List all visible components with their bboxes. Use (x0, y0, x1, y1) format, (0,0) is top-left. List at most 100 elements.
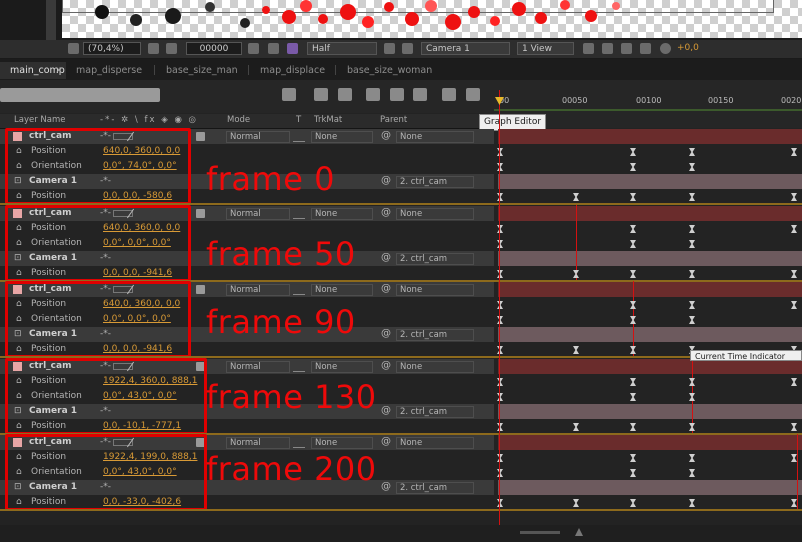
timeline-icon[interactable] (621, 43, 632, 54)
region-of-interest-icon[interactable] (166, 43, 177, 54)
trkmat-header[interactable]: TrkMat (314, 115, 342, 125)
camera-layer-bar[interactable] (498, 404, 802, 419)
keyframe-marker[interactable] (497, 423, 503, 431)
track-matte-dropdown[interactable]: None (311, 284, 373, 296)
track-matte-dropdown[interactable]: None (311, 361, 373, 373)
preserve-transparency-toggle[interactable] (293, 133, 305, 142)
motion-blur-icon[interactable] (413, 88, 427, 101)
keyframe-marker[interactable] (497, 270, 503, 278)
keyframe-marker[interactable] (689, 163, 695, 171)
3d-layer-icon[interactable] (196, 285, 205, 294)
keyframe-marker[interactable] (791, 270, 797, 278)
graph-editor-icon[interactable] (466, 88, 480, 101)
blend-mode-dropdown[interactable]: Normal (226, 208, 290, 220)
keyframe-marker[interactable] (630, 301, 636, 309)
render-icon[interactable] (602, 43, 613, 54)
current-time-indicator-line[interactable] (499, 90, 500, 542)
keyframe-marker[interactable] (497, 499, 503, 507)
pick-whip-icon[interactable]: @ (381, 436, 391, 447)
3d-layer-icon[interactable] (196, 209, 205, 218)
keyframe-marker[interactable] (689, 378, 695, 386)
camera-dropdown[interactable]: Camera 1 (421, 42, 510, 55)
track-matte-dropdown[interactable]: None (311, 208, 373, 220)
preserve-transparency-toggle[interactable] (293, 210, 305, 219)
track-matte-dropdown[interactable]: None (311, 131, 373, 143)
composition-viewer[interactable] (0, 0, 802, 40)
monitor-icon[interactable] (68, 43, 79, 54)
keyframe-marker[interactable] (791, 301, 797, 309)
camera-layer-bar[interactable] (498, 174, 802, 189)
keyframe-marker[interactable] (689, 469, 695, 477)
parent-dropdown[interactable]: None (396, 361, 474, 373)
close-icon[interactable]: × (55, 62, 63, 79)
ctrl-cam-layer-bar[interactable] (498, 129, 802, 144)
pick-whip-icon[interactable]: @ (381, 130, 391, 141)
keyframe-marker[interactable] (630, 163, 636, 171)
track-matte-dropdown[interactable]: None (311, 437, 373, 449)
blend-mode-dropdown[interactable]: Normal (226, 361, 290, 373)
pick-whip-icon[interactable]: @ (381, 207, 391, 218)
pick-whip-icon[interactable]: @ (381, 283, 391, 294)
3d-layer-icon[interactable] (196, 132, 205, 141)
blend-mode-dropdown[interactable]: Normal (226, 131, 290, 143)
show-snapshot-icon[interactable] (268, 43, 279, 54)
parent-dropdown[interactable]: 2. ctrl_cam (396, 482, 474, 494)
camera-layer-bar[interactable] (498, 251, 802, 266)
parent-dropdown[interactable]: None (396, 131, 474, 143)
live-update-icon[interactable] (314, 88, 328, 101)
reset-exposure-icon[interactable] (660, 43, 671, 54)
transparency-grid-icon[interactable] (402, 43, 413, 54)
parent-dropdown[interactable]: 2. ctrl_cam (396, 253, 474, 265)
magnification-dropdown[interactable]: (70,4%) (83, 42, 141, 55)
keyframe-marker[interactable] (689, 240, 695, 248)
keyframe-marker[interactable] (497, 316, 503, 324)
parent-dropdown[interactable]: None (396, 284, 474, 296)
ctrl-cam-layer-bar[interactable] (498, 435, 802, 450)
keyframe-marker[interactable] (497, 240, 503, 248)
tab-base-size-woman[interactable]: base_size_woman (337, 62, 437, 79)
pick-whip-icon[interactable]: @ (381, 481, 391, 492)
keyframe-marker[interactable] (497, 163, 503, 171)
tab-map-disperse[interactable]: map_disperse (66, 62, 154, 79)
ctrl-cam-layer-bar[interactable] (498, 206, 802, 221)
mode-header[interactable]: Mode (227, 115, 250, 125)
keyframe-marker[interactable] (630, 316, 636, 324)
keyframe-marker[interactable] (689, 193, 695, 201)
layer-search-input[interactable] (0, 88, 160, 102)
keyframe-marker[interactable] (791, 423, 797, 431)
keyframe-marker[interactable] (689, 148, 695, 156)
toggle-pixel-aspect-icon[interactable] (583, 43, 594, 54)
pick-whip-icon[interactable]: @ (381, 328, 391, 339)
preserve-transparency-toggle[interactable] (293, 363, 305, 372)
keyframe-marker[interactable] (630, 378, 636, 386)
brainstorm-icon[interactable] (442, 88, 456, 101)
keyframe-marker[interactable] (630, 423, 636, 431)
keyframe-marker[interactable] (573, 346, 579, 354)
keyframe-marker[interactable] (689, 316, 695, 324)
pick-whip-icon[interactable]: @ (381, 405, 391, 416)
draft-3d-icon[interactable] (338, 88, 352, 101)
hide-shy-layers-icon[interactable] (366, 88, 380, 101)
keyframe-marker[interactable] (689, 499, 695, 507)
current-time-field[interactable]: 00000 (186, 42, 242, 55)
keyframe-marker[interactable] (630, 346, 636, 354)
keyframe-marker[interactable] (497, 393, 503, 401)
keyframe-marker[interactable] (630, 270, 636, 278)
keyframe-marker[interactable] (630, 469, 636, 477)
color-channels-icon[interactable] (287, 43, 298, 54)
pick-whip-icon[interactable]: @ (381, 252, 391, 263)
keyframe-marker[interactable] (497, 346, 503, 354)
keyframe-marker[interactable] (689, 225, 695, 233)
keyframe-marker[interactable] (573, 499, 579, 507)
keyframe-marker[interactable] (791, 378, 797, 386)
frame-blending-icon[interactable] (390, 88, 404, 101)
keyframe-marker[interactable] (497, 378, 503, 386)
keyframe-marker[interactable] (689, 423, 695, 431)
keyframe-marker[interactable] (689, 270, 695, 278)
blend-mode-dropdown[interactable]: Normal (226, 284, 290, 296)
keyframe-marker[interactable] (630, 148, 636, 156)
zoom-slider[interactable] (520, 531, 560, 534)
camera-layer-bar[interactable] (498, 480, 802, 495)
ctrl-cam-layer-bar[interactable] (498, 282, 802, 297)
work-area-bar[interactable] (494, 109, 802, 111)
